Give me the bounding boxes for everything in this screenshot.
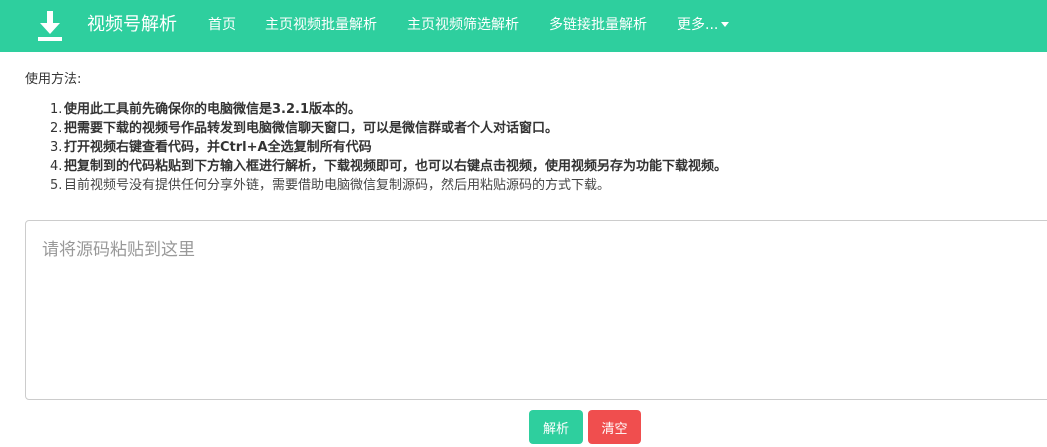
nav-more-dropdown[interactable]: 更多... bbox=[677, 16, 730, 34]
usage-label: 使用方法: bbox=[25, 72, 82, 87]
source-code-input[interactable] bbox=[25, 220, 1047, 400]
clear-button[interactable]: 清空 bbox=[588, 410, 641, 444]
parse-button[interactable]: 解析 bbox=[529, 410, 583, 444]
usage-steps-list: 1. 使用此工具前先确保你的电脑微信是3.2.1版本的。 2. 把需要下载的视频号作… bbox=[50, 100, 727, 195]
nav-homepage-filter-parse[interactable]: 主页视频筛选解析 bbox=[407, 16, 519, 34]
top-navbar: 视频号解析 首页 主页视频批量解析 主页视频筛选解析 多链接批量解析 更多... bbox=[0, 0, 1047, 52]
chevron-down-icon bbox=[721, 21, 730, 27]
nav-multi-link-batch-parse[interactable]: 多链接批量解析 bbox=[549, 16, 647, 34]
list-item: 2. 把需要下载的视频号作品转发到电脑微信聊天窗口，可以是微信群或者个人对话窗口。 bbox=[50, 121, 559, 136]
download-icon[interactable] bbox=[36, 11, 64, 41]
list-item: 4. 把复制到的代码粘贴到下方输入框进行解析，下载视频即可，也可以右键点击视频，使… bbox=[50, 159, 728, 174]
nav-home[interactable]: 首页 bbox=[208, 16, 236, 34]
brand-title[interactable]: 视频号解析 bbox=[87, 13, 177, 37]
nav-more-label: 更多... bbox=[677, 17, 719, 33]
list-item: 3. 打开视频右键查看代码，并Ctrl+A全选复制所有代码 bbox=[50, 140, 372, 155]
nav-homepage-batch-parse[interactable]: 主页视频批量解析 bbox=[265, 16, 377, 34]
list-item: 1. 使用此工具前先确保你的电脑微信是3.2.1版本的。 bbox=[50, 102, 362, 117]
list-item: 5. 目前视频号没有提供任何分享外链，需要借助电脑微信复制源码，然后用粘贴源码的方… bbox=[50, 178, 611, 193]
